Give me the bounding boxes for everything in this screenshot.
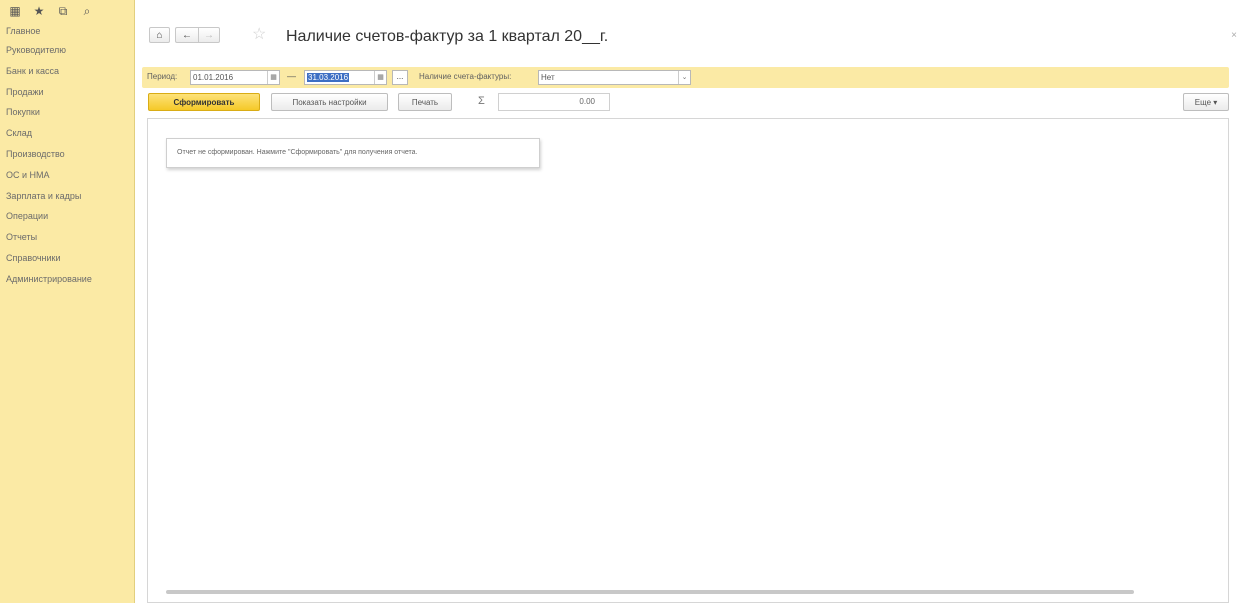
- calendar-icon[interactable]: ▦: [374, 71, 386, 84]
- generate-button[interactable]: Сформировать: [148, 93, 260, 111]
- invoices-value: Нет: [541, 73, 555, 82]
- forward-arrow-icon: →: [204, 29, 214, 41]
- date-from-field[interactable]: 01.01.2016 ▦: [190, 70, 280, 85]
- horizontal-scrollbar[interactable]: [166, 590, 1134, 594]
- report-area[interactable]: Отчет не сформирован. Нажмите "Сформиров…: [147, 118, 1229, 603]
- page-title: Наличие счетов-фактур за 1 квартал 20__г…: [286, 28, 609, 45]
- forward-button[interactable]: →: [198, 27, 220, 43]
- favorites-star-icon[interactable]: ★: [30, 3, 48, 19]
- sum-field: 0.00: [498, 93, 610, 111]
- sidebar-item-sales[interactable]: Продажи: [0, 82, 134, 103]
- search-icon[interactable]: ⌕: [78, 3, 96, 19]
- period-select-button[interactable]: ...: [392, 70, 408, 85]
- invoices-label: Наличие счета-фактуры:: [419, 72, 512, 81]
- date-from-value: 01.01.2016: [193, 73, 234, 82]
- sidebar-menu: Главное Руководителю Банк и касса Продаж…: [0, 22, 134, 290]
- more-button[interactable]: Еще ▾: [1183, 93, 1229, 111]
- sidebar-item-purchases[interactable]: Покупки: [0, 102, 134, 123]
- invoices-select[interactable]: Нет ⌄: [538, 70, 691, 85]
- favorite-star-icon[interactable]: ☆: [252, 24, 266, 44]
- sidebar-item-operations[interactable]: Операции: [0, 206, 134, 227]
- command-bar: Сформировать Показать настройки Печать Σ…: [142, 93, 1229, 111]
- sidebar-item-reports[interactable]: Отчеты: [0, 227, 134, 248]
- sections-sidebar: ▦ ★ ⧉ ⌕ Главное Руководителю Банк и касс…: [0, 0, 135, 603]
- calendar-icon[interactable]: ▦: [267, 71, 279, 84]
- back-arrow-icon: ←: [182, 29, 192, 41]
- sidebar-item-payroll[interactable]: Зарплата и кадры: [0, 186, 134, 207]
- back-button[interactable]: ←: [175, 27, 198, 43]
- sidebar-toolbar: ▦ ★ ⧉ ⌕: [0, 0, 134, 22]
- chevron-down-icon[interactable]: ⌄: [678, 71, 690, 84]
- sidebar-item-production[interactable]: Производство: [0, 144, 134, 165]
- apps-grid-icon[interactable]: ▦: [6, 3, 24, 19]
- filter-bar: Период: 01.01.2016 ▦ — 31.03.2016 ▦ ... …: [142, 67, 1229, 88]
- print-button[interactable]: Печать: [398, 93, 452, 111]
- report-not-generated-notice: Отчет не сформирован. Нажмите "Сформиров…: [166, 138, 540, 168]
- sidebar-item-manager[interactable]: Руководителю: [0, 40, 134, 61]
- home-button[interactable]: ⌂: [149, 27, 170, 43]
- sidebar-item-main[interactable]: Главное: [0, 22, 134, 40]
- sidebar-item-bank-cash[interactable]: Банк и касса: [0, 61, 134, 82]
- show-settings-button[interactable]: Показать настройки: [271, 93, 388, 111]
- sidebar-item-warehouse[interactable]: Склад: [0, 123, 134, 144]
- period-label: Период:: [147, 72, 178, 81]
- sum-sigma-icon: Σ: [478, 95, 485, 107]
- period-dash: —: [287, 71, 296, 81]
- history-icon[interactable]: ⧉: [54, 3, 72, 19]
- sidebar-item-directories[interactable]: Справочники: [0, 248, 134, 269]
- date-to-value: 31.03.2016: [307, 73, 350, 82]
- date-to-field[interactable]: 31.03.2016 ▦: [304, 70, 387, 85]
- sidebar-item-administration[interactable]: Администрирование: [0, 269, 134, 290]
- form-header: ⌂ ← → ☆ Наличие счетов-фактур за 1 кварт…: [135, 0, 1245, 64]
- home-icon: ⌂: [156, 29, 163, 41]
- sidebar-item-fixed-assets[interactable]: ОС и НМА: [0, 165, 134, 186]
- close-icon[interactable]: ×: [1231, 30, 1237, 41]
